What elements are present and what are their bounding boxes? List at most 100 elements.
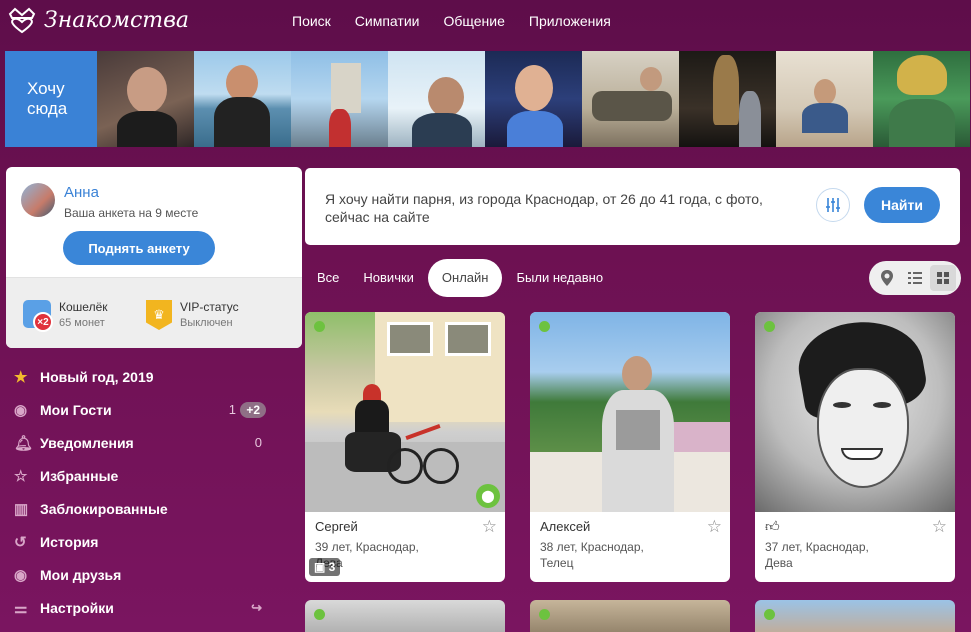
search-query-text[interactable]: Я хочу найти парня, из города Краснодар,… — [325, 190, 785, 226]
favorite-star-icon[interactable]: ☆ — [932, 517, 947, 537]
filter-tabs: Все Новички Онлайн Были недавно — [305, 259, 615, 297]
strip-photo-1[interactable] — [97, 51, 194, 147]
sidebar-item-history[interactable]: ↺ История — [14, 525, 274, 558]
crown-heart-icon — [8, 7, 36, 34]
wallet-icon: ×2 — [23, 300, 53, 332]
strip-photo-6[interactable] — [582, 51, 679, 147]
filter-button[interactable] — [816, 188, 850, 222]
profile-card-peek-2[interactable] — [530, 600, 730, 632]
guests-count: 1 — [228, 402, 236, 417]
wallet[interactable]: ×2 Кошелёк 65 монет — [23, 300, 108, 332]
view-switcher — [869, 261, 961, 295]
sidebar-item-notifications[interactable]: 🔔︎ Уведомления 0 — [14, 426, 274, 459]
card-age-city: 37 лет, Краснодар, — [765, 540, 869, 554]
nav-likes[interactable]: Симпатии — [355, 13, 420, 29]
nav-search[interactable]: Поиск — [292, 13, 331, 29]
profile-card-aleksey[interactable]: Алексей ☆ 38 лет, Краснодар, Телец — [530, 312, 730, 582]
logout-icon[interactable]: ↪ — [251, 600, 262, 616]
logo-text: Знакомства — [44, 7, 190, 33]
history-icon: ↺ — [14, 533, 27, 551]
list-view-icon[interactable] — [902, 265, 928, 291]
profile-card-3[interactable]: 👍︎ ☆ 37 лет, Краснодар, Дева — [755, 312, 955, 582]
sidebar-item-guests[interactable]: ◉ Мои Гости 1 +2 — [14, 393, 274, 426]
tab-online[interactable]: Онлайн — [427, 259, 503, 297]
eye-icon: ◉ — [14, 401, 28, 419]
vip-value: Выключен — [180, 317, 233, 329]
sidebar-item-label: История — [40, 533, 99, 550]
profile-photo[interactable] — [755, 312, 955, 512]
card-meta: 37 лет, Краснодар, Дева — [765, 539, 869, 571]
thumbs-up-icon: 👍︎ — [765, 518, 780, 534]
online-indicator — [314, 321, 325, 332]
online-indicator — [764, 321, 775, 332]
profile-card-peek-3[interactable] — [755, 600, 955, 632]
raise-profile-button[interactable]: Поднять анкету — [63, 231, 215, 265]
sidebar-item-blocked[interactable]: ▥ Заблокированные — [14, 492, 274, 525]
sidebar-item-label: Мои друзья — [40, 566, 122, 583]
profile-name[interactable]: Анна — [64, 184, 99, 201]
sidebar-item-label: Мои Гости — [40, 401, 112, 418]
nav-messages[interactable]: Общение — [443, 13, 504, 29]
sidebar-menu: ★ Новый год, 2019 ◉ Мои Гости 1 +2 🔔︎ Ув… — [14, 360, 274, 624]
strip-photo-4[interactable] — [388, 51, 485, 147]
online-indicator — [539, 321, 550, 332]
profile-photo[interactable] — [530, 312, 730, 512]
top-header: Знакомства Поиск Симпатии Общение Прилож… — [0, 0, 971, 44]
grid-view-icon[interactable] — [930, 265, 956, 291]
strip-photo-3[interactable] — [291, 51, 388, 147]
photo-count-badge: ▣ 3 — [309, 558, 341, 576]
notifications-count: 0 — [254, 435, 262, 450]
sidebar-item-label: Заблокированные — [40, 500, 168, 517]
find-button[interactable]: Найти — [864, 187, 940, 223]
avatar[interactable] — [21, 183, 55, 217]
favorite-star-icon[interactable]: ☆ — [482, 517, 497, 537]
profile-photo[interactable] — [305, 312, 505, 512]
photo-strip: Хочу сюда — [5, 51, 970, 147]
strip-photo-7[interactable] — [679, 51, 776, 147]
profile-card-peek-1[interactable] — [305, 600, 505, 632]
strip-photo-5[interactable] — [485, 51, 582, 147]
bell-icon: 🔔︎ — [14, 434, 34, 452]
eye-icon: ◉ — [14, 566, 28, 584]
sidebar-item-label: Новый год, 2019 — [40, 368, 154, 385]
strip-photo-9[interactable] — [873, 51, 970, 147]
favorite-star-icon[interactable]: ☆ — [707, 517, 722, 537]
sidebar-item-label: Уведомления — [40, 434, 134, 451]
location-pin-icon[interactable]: ⬤ — [476, 484, 500, 508]
sidebar-item-settings[interactable]: ⚌ Настройки ↪ — [14, 591, 274, 624]
trash-icon: ▥ — [14, 500, 29, 518]
star-outline-icon: ☆ — [14, 467, 28, 485]
search-panel: Я хочу найти парня, из города Краснодар,… — [305, 168, 960, 245]
sidebar-item-favorites[interactable]: ☆ Избранные — [14, 459, 274, 492]
strip-photo-2[interactable] — [194, 51, 291, 147]
profile-card: Анна Ваша анкета на 9 месте Поднять анке… — [6, 167, 302, 348]
card-sign: Дева — [765, 556, 793, 570]
card-name[interactable]: Сергей — [315, 519, 358, 534]
card-meta: 38 лет, Краснодар, Телец — [540, 539, 644, 571]
site-logo[interactable]: Знакомства — [6, 6, 189, 34]
vip-status[interactable]: ♛ VIP-статус Выключен — [146, 300, 239, 330]
tab-recent[interactable]: Были недавно — [504, 259, 615, 297]
want-here-line2: сюда — [27, 99, 68, 118]
wallet-title: Кошелёк — [59, 300, 108, 314]
tab-new[interactable]: Новички — [351, 259, 426, 297]
card-name[interactable]: Алексей — [540, 519, 590, 534]
sidebar-item-friends[interactable]: ◉ Мои друзья — [14, 558, 274, 591]
tab-all[interactable]: Все — [305, 259, 351, 297]
wallet-value: 65 монет — [59, 317, 105, 329]
online-indicator — [764, 609, 775, 620]
strip-photo-8[interactable] — [776, 51, 873, 147]
star-icon: ★ — [14, 368, 28, 386]
card-age-city: 39 лет, Краснодар, — [315, 540, 419, 554]
sliders-icon — [826, 198, 840, 212]
online-indicator — [539, 609, 550, 620]
nav-apps[interactable]: Приложения — [529, 13, 611, 29]
sidebar-item-new-year[interactable]: ★ Новый год, 2019 — [14, 360, 274, 393]
wallet-multiplier-badge: ×2 — [33, 312, 53, 332]
map-pin-icon[interactable] — [874, 265, 900, 291]
sidebar-item-label: Избранные — [40, 467, 119, 484]
online-indicator — [314, 609, 325, 620]
profile-card-sergey[interactable]: ▣ 3 ⬤ Сергей ☆ 39 лет, Краснодар, Дева — [305, 312, 505, 582]
want-here-tile[interactable]: Хочу сюда — [5, 51, 97, 147]
guests-new-badge: +2 — [240, 401, 266, 418]
